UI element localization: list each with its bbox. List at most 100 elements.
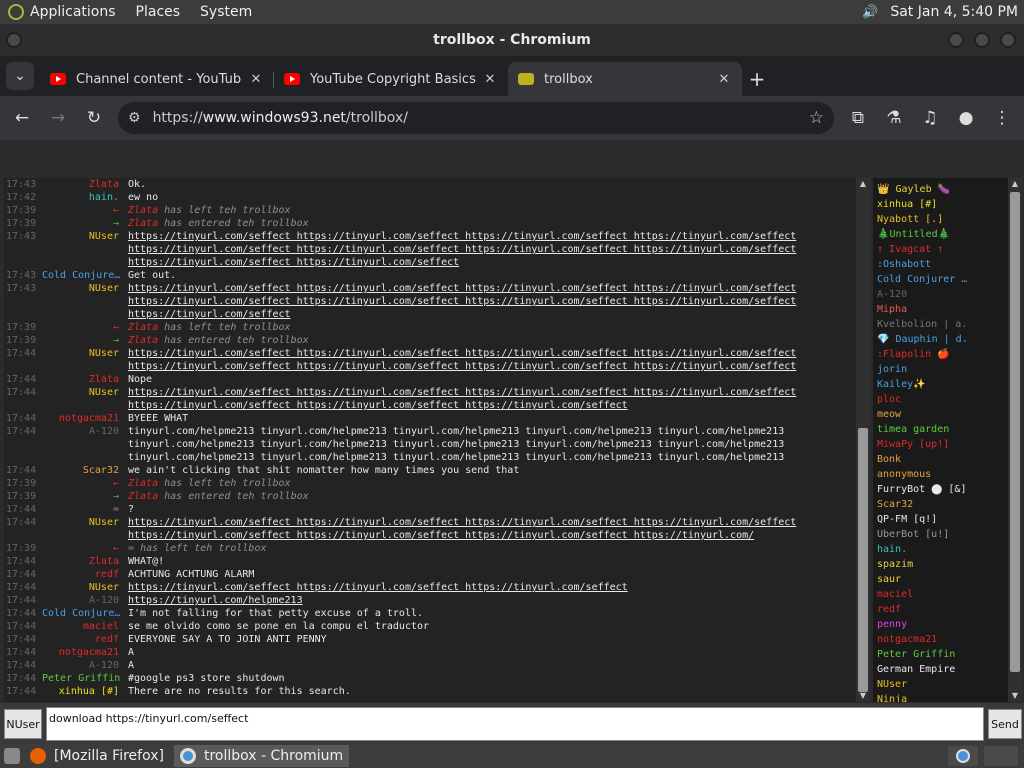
message-link[interactable]: https://tinyurl.com/seffect https://tiny… [128, 517, 796, 528]
message-nick[interactable]: NUser [42, 282, 128, 295]
user-list-item[interactable]: 💎 Dauphin | d. [877, 332, 1009, 347]
message-nick[interactable]: Scar32 [42, 464, 128, 477]
message-nick[interactable]: ← [42, 477, 128, 490]
scroll-down-arrow-icon[interactable]: ▼ [1008, 690, 1022, 702]
message-nick[interactable]: Zlata [42, 373, 128, 386]
message-link[interactable]: https://tinyurl.com/seffect https://tiny… [128, 244, 796, 255]
user-list-item[interactable]: UberBot [u!] [877, 527, 1009, 542]
user-list-item[interactable]: ↑ Ivagcat ↑ [877, 242, 1009, 257]
task-firefox[interactable]: [Mozilla Firefox] [24, 745, 170, 767]
message-nick[interactable] [42, 451, 128, 464]
message-nick[interactable]: ← [42, 204, 128, 217]
scroll-up-arrow-icon[interactable]: ▲ [856, 178, 870, 190]
user-list-item[interactable]: maciel [877, 587, 1009, 602]
message-nick[interactable]: redf [42, 568, 128, 581]
user-list-item[interactable]: redf [877, 602, 1009, 617]
show-desktop-icon[interactable] [4, 748, 20, 764]
user-list-item[interactable]: jorin [877, 362, 1009, 377]
tab-copyright-basics[interactable]: YouTube Copyright Basics - YouTube ✕ [274, 62, 508, 96]
user-list-item[interactable]: :Flapolin 🍎 [877, 347, 1009, 362]
chat-scrollbar[interactable]: ▲ ▼ [856, 178, 870, 702]
distro-logo-icon[interactable] [8, 4, 24, 20]
site-info-icon[interactable]: ⚙ [128, 110, 141, 126]
send-button[interactable]: Send [988, 709, 1022, 739]
message-nick[interactable]: maciel [42, 620, 128, 633]
tab-search-chevron-down-icon[interactable]: ⌄ [6, 62, 34, 90]
message-nick[interactable] [42, 399, 128, 412]
message-nick[interactable] [42, 256, 128, 269]
forward-arrow-icon[interactable]: → [40, 100, 76, 136]
message-nick[interactable]: notgacma21 [42, 646, 128, 659]
message-nick[interactable]: A-120 [42, 594, 128, 607]
new-tab-plus-icon[interactable]: + [742, 62, 772, 96]
chat-log[interactable]: 17:43 Zlata Ok. 17:42 hain. ew no 17:39 ← Zlata … [4, 178, 856, 702]
message-nick[interactable]: NUser [42, 230, 128, 243]
message-link[interactable]: https://tinyurl.com/helpme213 [128, 595, 303, 606]
close-icon[interactable]: ✕ [248, 72, 264, 87]
close-window-button[interactable] [1000, 32, 1016, 48]
scroll-down-arrow-icon[interactable]: ▼ [856, 690, 870, 702]
message-link[interactable]: https://tinyurl.com/seffect https://tiny… [128, 387, 796, 398]
user-list-item[interactable]: A-120 [877, 287, 1009, 302]
message-nick[interactable]: NUser [42, 516, 128, 529]
window-menu-button[interactable] [6, 32, 22, 48]
message-nick[interactable]: xinhua [#] [42, 685, 128, 698]
message-nick[interactable]: → [42, 217, 128, 230]
message-nick[interactable]: Cold Conjure… [42, 607, 128, 620]
profile-avatar-icon[interactable]: ● [948, 100, 984, 136]
message-nick[interactable] [42, 438, 128, 451]
message-link[interactable]: https://tinyurl.com/seffect https://tiny… [128, 348, 796, 359]
message-nick[interactable] [42, 360, 128, 373]
scroll-thumb[interactable] [1010, 192, 1020, 672]
message-link[interactable]: https://tinyurl.com/seffect https://tiny… [128, 582, 628, 593]
user-list-item[interactable]: saur [877, 572, 1009, 587]
user-list-item[interactable]: FurryBot ⬤ [&] [877, 482, 1009, 497]
user-list-item[interactable]: NUser [877, 677, 1009, 692]
message-nick[interactable]: Cold Conjure… [42, 269, 128, 282]
task-chromium[interactable]: trollbox - Chromium [173, 745, 350, 767]
message-link[interactable]: https://tinyurl.com/seffect [128, 309, 291, 320]
user-list-item[interactable]: penny [877, 617, 1009, 632]
user-list-item[interactable]: Bonk [877, 452, 1009, 467]
message-nick[interactable]: Zlata [42, 555, 128, 568]
message-nick[interactable]: A-120 [42, 659, 128, 672]
kebab-menu-icon[interactable]: ⋮ [984, 100, 1020, 136]
message-nick[interactable] [42, 308, 128, 321]
message-nick[interactable]: NUser [42, 347, 128, 360]
media-queue-icon[interactable]: ♫ [912, 100, 948, 136]
user-list-item[interactable]: German Empire [877, 662, 1009, 677]
workspace-switcher[interactable] [984, 746, 1018, 766]
message-nick[interactable]: redf [42, 633, 128, 646]
user-list-item[interactable]: Ninja [877, 692, 1009, 702]
message-link[interactable]: https://tinyurl.com/seffect https://tiny… [128, 400, 628, 411]
scroll-thumb[interactable] [858, 428, 868, 692]
message-link[interactable]: https://tinyurl.com/seffect https://tiny… [128, 231, 796, 242]
message-nick[interactable] [42, 295, 128, 308]
message-nick[interactable]: → [42, 490, 128, 503]
user-list-item[interactable]: 🎄Untitled🎄 [877, 227, 1009, 242]
user-list-item[interactable]: MiwaPy [up!] [877, 437, 1009, 452]
menu-applications[interactable]: Applications [30, 4, 116, 20]
message-nick[interactable]: hain. [42, 191, 128, 204]
scroll-up-arrow-icon[interactable]: ▲ [1008, 178, 1022, 190]
user-list-item[interactable]: Mipha [877, 302, 1009, 317]
message-nick[interactable]: NUser [42, 386, 128, 399]
tab-channel-content[interactable]: Channel content - YouTube Studio ✕ [40, 62, 274, 96]
message-link[interactable]: https://tinyurl.com/seffect https://tiny… [128, 296, 796, 307]
close-icon[interactable]: ✕ [716, 72, 732, 87]
user-list-item[interactable]: spazim [877, 557, 1009, 572]
user-list-item[interactable]: anonymous [877, 467, 1009, 482]
message-nick[interactable]: A-120 [42, 425, 128, 438]
reload-icon[interactable]: ↻ [76, 100, 112, 136]
message-nick[interactable] [42, 243, 128, 256]
user-list-item[interactable]: 👑 Gayleb 🍆 [877, 182, 1009, 197]
message-nick[interactable]: → [42, 334, 128, 347]
nickname-button[interactable]: NUser [4, 709, 42, 739]
minimize-button[interactable] [948, 32, 964, 48]
message-link[interactable]: https://tinyurl.com/seffect https://tiny… [128, 530, 754, 541]
user-list-item[interactable]: Kailey✨ [877, 377, 1009, 392]
message-input[interactable]: download https://tinyurl.com/seffect [46, 707, 984, 741]
message-nick[interactable] [42, 529, 128, 542]
message-link[interactable]: https://tinyurl.com/seffect https://tiny… [128, 283, 796, 294]
maximize-button[interactable] [974, 32, 990, 48]
